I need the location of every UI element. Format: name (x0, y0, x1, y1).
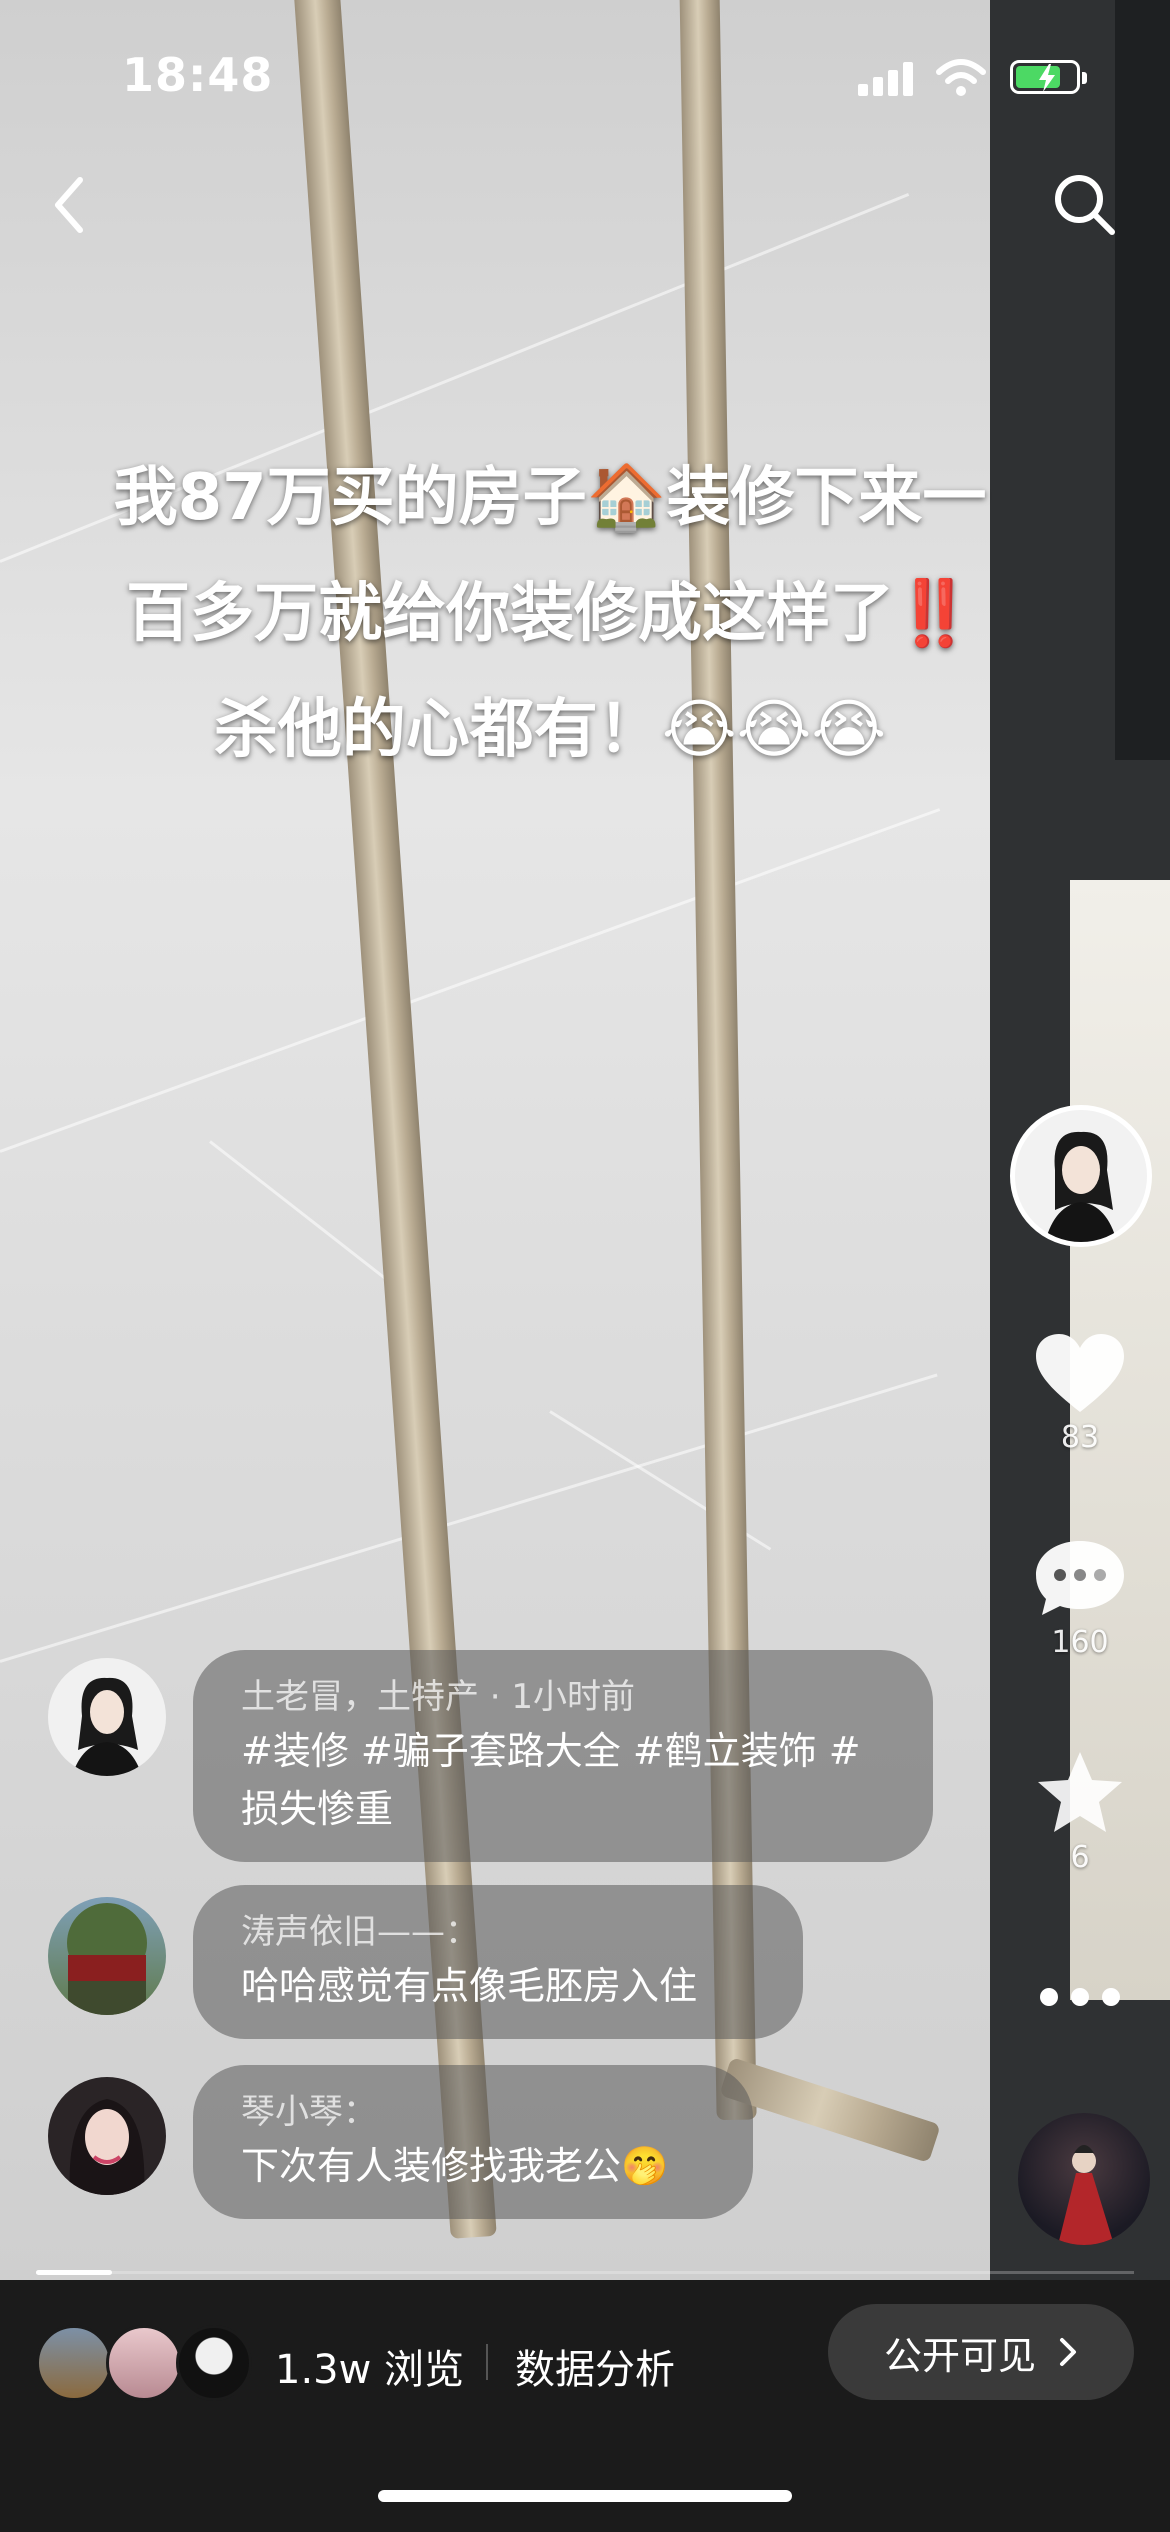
status-time: 18:48 (122, 48, 274, 102)
creator-avatar[interactable] (1010, 1105, 1152, 1247)
comment-bubble[interactable]: 涛声依旧——： 哈哈感觉有点像毛胚房入住 (193, 1885, 803, 2039)
signal-icon (858, 62, 914, 96)
favorite-count: 6 (1070, 1840, 1090, 1875)
wifi-icon (936, 59, 986, 96)
comment-author: 土老冒，土特产 · 1小时前 (241, 1677, 636, 1717)
comment-bubble[interactable]: 琴小琴： 下次有人装修找我老公🤭 (193, 2065, 753, 2219)
data-analysis-link[interactable]: 数据分析 (515, 2337, 675, 2395)
tile-line (0, 1373, 938, 1663)
divider (486, 2344, 488, 2380)
caption-line: 我87万买的房子🏠装修下来一 (113, 461, 987, 535)
chevron-right-icon (1060, 2338, 1076, 2366)
viewer-avatar[interactable] (106, 2325, 182, 2401)
like-button[interactable]: 83 (1030, 1330, 1130, 1455)
visibility-button[interactable]: 公开可见 (828, 2304, 1134, 2400)
video-caption: 我87万买的房子🏠装修下来一 百多万就给你装修成这样了‼️ 杀他的心都有！😭😭😭 (30, 440, 1070, 788)
favorite-button[interactable]: 6 (1030, 1748, 1130, 1875)
comment-text: #装修 #骗子套路大全 #鹤立装饰 #损失惨重 (241, 1729, 861, 1831)
caption-line: 百多万就给你装修成这样了‼️ (126, 577, 974, 651)
back-icon (55, 177, 83, 233)
view-count[interactable]: 1.3w 浏览 (275, 2337, 464, 2395)
avatar[interactable] (48, 2077, 166, 2195)
comment-author: 琴小琴： (241, 2092, 377, 2132)
comment-text: 哈哈感觉有点像毛胚房入住 (241, 1964, 698, 2008)
video-progress-bar[interactable] (36, 2270, 112, 2275)
video-progress-track[interactable] (36, 2271, 1134, 2274)
back-button[interactable] (30, 165, 110, 245)
music-disc-avatar[interactable] (1018, 2113, 1150, 2245)
comment-button[interactable]: 160 (1030, 1535, 1130, 1660)
heart-icon (1036, 1334, 1124, 1412)
caption-line: 杀他的心都有！😭😭😭 (213, 693, 887, 767)
more-button[interactable] (1030, 1985, 1130, 2025)
viewer-avatar[interactable] (176, 2325, 252, 2401)
home-indicator[interactable] (378, 2490, 792, 2502)
battery-icon (1010, 60, 1087, 94)
viewer-avatar[interactable] (36, 2325, 112, 2401)
avatar[interactable] (48, 1897, 166, 2015)
comment-bubble[interactable]: 土老冒，土特产 · 1小时前 #装修 #骗子套路大全 #鹤立装饰 #损失惨重 (193, 1650, 933, 1862)
visibility-label: 公开可见 (883, 2333, 1036, 2378)
search-icon (1055, 175, 1115, 235)
search-button[interactable] (1045, 165, 1125, 245)
comment-count: 160 (1051, 1625, 1109, 1660)
comment-icon (1036, 1541, 1124, 1615)
avatar[interactable] (48, 1658, 166, 1776)
status-bar: 18:48 (0, 0, 1170, 150)
comment-author: 涛声依旧——： (241, 1912, 479, 1952)
tile-line (0, 808, 941, 1153)
star-icon (1038, 1752, 1122, 1832)
more-icon (1040, 1988, 1120, 2006)
like-count: 83 (1060, 1420, 1100, 1455)
comment-text: 下次有人装修找我老公🤭 (241, 2144, 669, 2188)
